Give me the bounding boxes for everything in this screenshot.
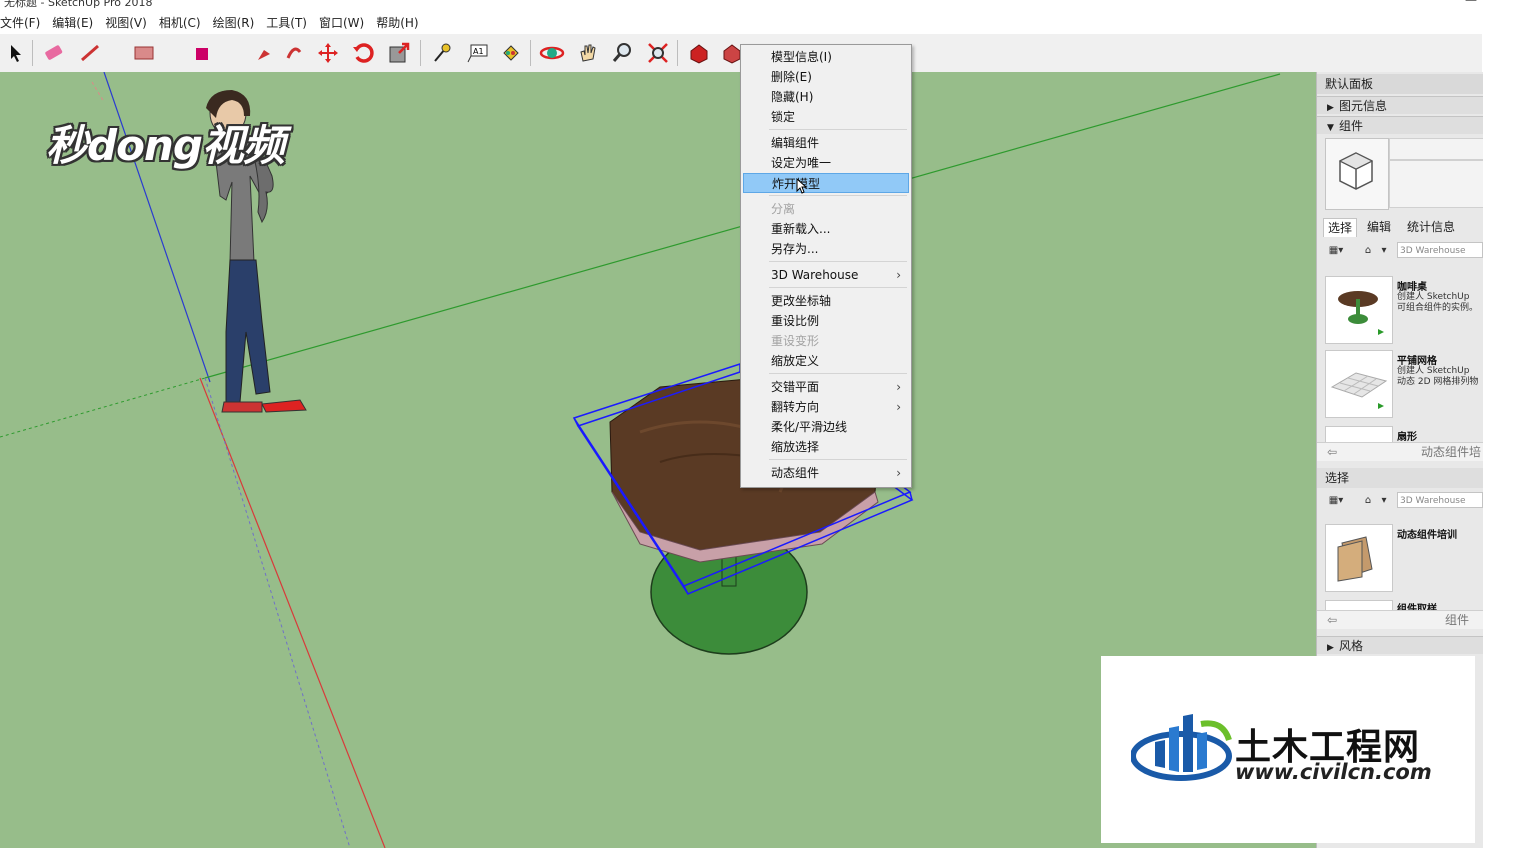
site-logo: 土木工程网 www.civilcn.com (1101, 656, 1475, 843)
green-axis-dashed (0, 377, 206, 438)
cm-explode[interactable]: 炸开模型 (743, 173, 909, 194)
cm-reload[interactable]: 重新载入... (743, 219, 909, 239)
menu-view[interactable]: 视图(V) (99, 12, 153, 34)
cube-icon (1338, 152, 1374, 190)
component-footer: ⇦ 动态组件培 (1317, 442, 1483, 461)
scale-tool-icon[interactable] (385, 39, 413, 67)
expand-triangle-icon: ▶ (1327, 643, 1334, 653)
tape-measure-icon[interactable] (427, 39, 455, 67)
svg-text:A1: A1 (473, 47, 484, 56)
cm-delete[interactable]: 删除(E) (743, 67, 909, 87)
component-toolbar-2: ▦▾ ⌂ ▾ 3D Warehouse (1317, 490, 1483, 512)
cm-zoom-selection[interactable]: 缩放选择 (743, 437, 909, 457)
warehouse-search-input-2[interactable]: 3D Warehouse (1397, 492, 1483, 508)
menu-tools[interactable]: 工具(T) (260, 12, 313, 34)
cursor-icon (796, 178, 808, 194)
cm-save-as[interactable]: 另存为... (743, 239, 909, 259)
window-title: 无标题 - SketchUp Pro 2018 (4, 0, 153, 9)
warehouse-search-input[interactable]: 3D Warehouse (1397, 242, 1483, 258)
view-options-icon[interactable]: ▦▾ (1325, 242, 1347, 260)
view-options-icon[interactable]: ▦▾ (1325, 492, 1347, 510)
red-axis (199, 377, 386, 848)
cm-soften-edges[interactable]: 柔化/平滑边线 (743, 417, 909, 437)
orbit-icon[interactable] (538, 39, 566, 67)
context-menu: 模型信息(I) 删除(E) 隐藏(H) 锁定 编辑组件 设定为唯一 炸开模型 分… (740, 44, 912, 488)
cm-intersect-faces[interactable]: 交错平面 › (743, 377, 909, 397)
submenu-arrow-icon: › (896, 268, 901, 282)
cm-flip-along[interactable]: 翻转方向 › (743, 397, 909, 417)
minimize-icon[interactable]: — (1465, 0, 1477, 7)
cm-scale-definition[interactable]: 缩放定义 (743, 351, 909, 371)
dropdown-arrow-icon[interactable]: ▾ (1373, 242, 1395, 260)
cm-lock[interactable]: 锁定 (743, 107, 909, 127)
rectangle-tool-icon[interactable] (130, 39, 158, 67)
section-entity-info[interactable]: ▶ 图元信息 (1317, 96, 1483, 114)
video-watermark: 秒dong视频 (46, 112, 296, 176)
component-preview (1317, 136, 1483, 212)
move-tool-icon[interactable] (314, 39, 342, 67)
logo-url-text: www.civilcn.com (1235, 760, 1432, 784)
select-tool-icon[interactable] (2, 39, 30, 67)
tab-statistics[interactable]: 统计信息 (1403, 218, 1459, 236)
dropdown-arrow-icon[interactable]: ▾ (1373, 492, 1395, 510)
menu-file[interactable]: 文件(F) (0, 12, 46, 34)
menu-edit[interactable]: 编辑(E) (46, 12, 99, 34)
menu-help[interactable]: 帮助(H) (370, 12, 424, 34)
tab-edit[interactable]: 编辑 (1363, 218, 1395, 236)
component-tabs: 选择 编辑 统计信息 (1317, 218, 1483, 238)
section-components[interactable]: ▼ 组件 (1317, 116, 1483, 134)
pushpin-icon[interactable] (250, 39, 278, 67)
cm-make-unique[interactable]: 设定为唯一 (743, 153, 909, 173)
component-item[interactable]: 扇形 (1317, 426, 1483, 442)
line-tool-icon[interactable] (76, 39, 104, 67)
coffee-table-thumbnail (1325, 276, 1393, 344)
menu-draw[interactable]: 绘图(R) (207, 12, 261, 34)
text-tool-icon[interactable]: A1 (463, 39, 491, 67)
cm-edit-component[interactable]: 编辑组件 (743, 133, 909, 153)
menu-window[interactable]: 窗口(W) (313, 12, 370, 34)
cm-change-axes[interactable]: 更改坐标轴 (743, 291, 909, 311)
select-header: 选择 (1317, 468, 1483, 488)
section-styles[interactable]: ▶ 风格 (1317, 636, 1483, 654)
zoom-extents-icon[interactable] (644, 39, 672, 67)
pan-hand-icon[interactable] (574, 39, 602, 67)
component-item[interactable]: 动态组件培训 (1317, 524, 1483, 596)
cm-detach: 分离 (771, 202, 796, 216)
submenu-arrow-icon: › (896, 380, 901, 394)
component-toolbar: ▦▾ ⌂ ▾ 3D Warehouse (1317, 240, 1483, 262)
paint-bucket-icon[interactable] (497, 39, 525, 67)
expand-triangle-icon: ▶ (1327, 103, 1334, 113)
cm-reset-skew: 重设变形 (771, 334, 820, 348)
back-arrow-icon: ⇦ (1327, 613, 1338, 627)
warehouse-icon[interactable] (685, 39, 713, 67)
grid-thumbnail (1325, 350, 1393, 418)
tray-title: 默认面板 (1317, 74, 1483, 94)
component-item[interactable]: 咖啡桌 创建人 SketchUp 可组合组件的实例。 (1317, 276, 1483, 348)
push-pull-icon[interactable] (190, 39, 218, 67)
menu-camera[interactable]: 相机(C) (153, 12, 207, 34)
collapse-triangle-icon: ▼ (1327, 123, 1334, 133)
back-arrow-icon: ⇦ (1327, 445, 1338, 459)
tab-select[interactable]: 选择 (1323, 218, 1358, 237)
cm-3d-warehouse[interactable]: 3D Warehouse › (743, 265, 909, 285)
menubar: 文件(F) 编辑(E) 视图(V) 相机(C) 绘图(R) 工具(T) 窗口(W… (0, 12, 1482, 34)
component-footer-2: ⇦ 组件 (1317, 610, 1483, 629)
building-logo-icon (1131, 714, 1232, 781)
rotate-tool-icon[interactable] (349, 39, 377, 67)
watermark-text: 秒dong视频 (46, 121, 285, 170)
blue-axis-dashed (204, 377, 351, 848)
cm-dynamic-components[interactable]: 动态组件 › (743, 463, 909, 483)
folder-thumbnail (1325, 524, 1393, 592)
component-item[interactable]: 平铺网格 创建人 SketchUp 动态 2D 网格排列物 (1317, 350, 1483, 422)
cm-model-info[interactable]: 模型信息(I) (743, 47, 909, 67)
submenu-arrow-icon: › (896, 400, 901, 414)
cm-hide[interactable]: 隐藏(H) (743, 87, 909, 107)
submenu-arrow-icon: › (896, 466, 901, 480)
zoom-icon[interactable] (609, 39, 637, 67)
window-titlebar: 无标题 - SketchUp Pro 2018 — (0, 0, 1529, 12)
eraser-icon[interactable] (40, 39, 68, 67)
component-item[interactable]: 组件取样 (1317, 600, 1483, 610)
offset-tool-icon[interactable] (280, 39, 308, 67)
cm-reset-scale[interactable]: 重设比例 (743, 311, 909, 331)
